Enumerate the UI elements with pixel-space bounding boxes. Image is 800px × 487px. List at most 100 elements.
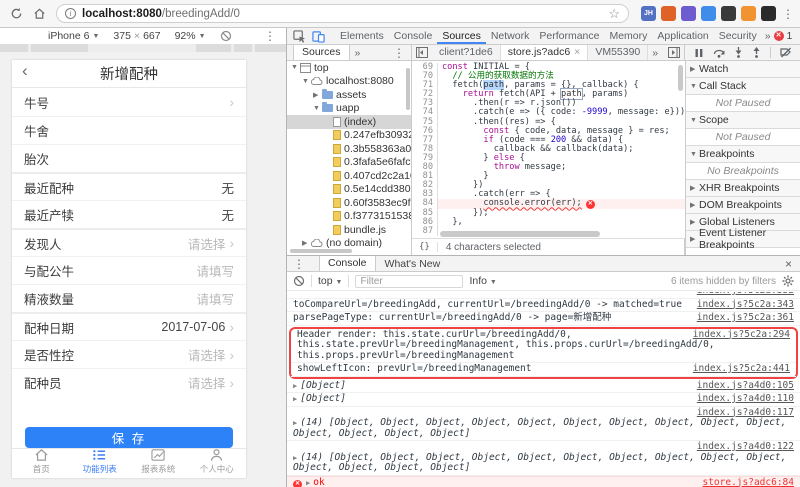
bookmark-star-icon[interactable]: ☆	[608, 6, 620, 22]
extension-jh-icon[interactable]: JH	[641, 6, 656, 21]
console-source-link[interactable]: index.js?a4d0:105	[697, 380, 794, 392]
throttling-icon[interactable]	[220, 30, 232, 42]
tree-item-top[interactable]: ▼ top	[287, 61, 411, 75]
form-row[interactable]: 最近配种 无	[12, 172, 246, 200]
editor-tab[interactable]: client?1de6	[432, 45, 501, 60]
tree-item-0-407cd2c2a106[interactable]: 0.407cd2c2a106	[287, 169, 411, 183]
navigator-horizontal-scrollbar[interactable]	[290, 249, 352, 253]
error-badge[interactable]: ✕ 1	[773, 30, 792, 42]
zoom-select[interactable]: 92% ▼	[175, 30, 206, 42]
expand-triangle-icon[interactable]: ▶	[306, 479, 310, 487]
tree-item-localhost-8080[interactable]: ▼ localhost:8080	[287, 75, 411, 89]
tab-报表系统[interactable]: 报表系统	[129, 449, 188, 474]
triangle-right-icon[interactable]: ▶	[302, 239, 311, 247]
code-editor[interactable]: 69 const INITIAL = {70 // 公用的获取数据的方法 71 fe…	[412, 61, 685, 238]
save-button[interactable]: 保 存	[25, 427, 233, 448]
extension-purple-icon[interactable]	[681, 6, 696, 21]
form-row[interactable]: 胎次	[12, 144, 246, 172]
devtools-tab-sources[interactable]: Sources	[437, 28, 486, 44]
info-icon[interactable]: i	[65, 8, 76, 19]
hide-navigator-icon[interactable]	[416, 47, 428, 58]
tree-item-0-3b558363a08b[interactable]: 0.3b558363a08b	[287, 142, 411, 156]
form-row[interactable]: 最近产犊 无	[12, 200, 246, 228]
deactivate-breakpoints-icon[interactable]	[780, 47, 792, 58]
tree-item--no-domain-[interactable]: ▶ (no domain)	[287, 237, 411, 251]
log-level-select[interactable]: Info ▼	[469, 275, 496, 287]
form-row[interactable]: 牛号 ›	[12, 88, 246, 116]
context-select[interactable]: top ▼	[318, 275, 342, 287]
home-icon[interactable]	[33, 7, 46, 20]
navigator-menu-icon[interactable]: ⋮	[387, 46, 411, 60]
form-row[interactable]: 与配公牛 请填写	[12, 256, 246, 284]
console-source-link[interactable]: store.js?adc6:84	[702, 477, 794, 487]
tree-item-assets[interactable]: ▶ assets	[287, 88, 411, 102]
more-tabs-icon[interactable]: »	[762, 30, 774, 42]
tab-whats-new[interactable]: What's New	[376, 258, 450, 270]
clear-console-icon[interactable]	[293, 275, 305, 287]
extension-amber-icon[interactable]	[741, 6, 756, 21]
navigator-vertical-scrollbar[interactable]	[406, 68, 410, 110]
tree-item-0-247efb3093247[interactable]: 0.247efb3093247	[287, 129, 411, 143]
triangle-down-icon[interactable]: ▼	[302, 78, 311, 85]
sidebar-section-scope[interactable]: ▼ Scope	[686, 112, 800, 129]
expand-triangle-icon[interactable]: ▶	[293, 419, 297, 427]
viewport-size[interactable]: 375 × 667	[113, 30, 160, 42]
extension-shield-icon[interactable]	[701, 6, 716, 21]
form-row[interactable]: 配种日期 2017-07-06 ›	[12, 312, 246, 340]
url-bar[interactable]: i localhost:8080/breedingAdd/0 ☆	[56, 4, 629, 23]
tree-item-0-60f3583ec9fde[interactable]: 0.60f3583ec9fde	[287, 196, 411, 210]
devtools-menu-icon[interactable]: ⋮	[792, 29, 800, 43]
tree-item-bundle-js[interactable]: bundle.js	[287, 223, 411, 237]
expand-triangle-icon[interactable]: ▶	[293, 454, 297, 462]
console-source-link[interactable]: index.js?a4d0:110	[697, 393, 794, 405]
navigator-more-icon[interactable]: »	[350, 47, 366, 59]
pretty-print-icon[interactable]: {}	[412, 242, 438, 252]
browser-menu-icon[interactable]: ⋮	[776, 7, 800, 21]
tree-item-0-f3773151538a8[interactable]: 0.f3773151538a8	[287, 210, 411, 224]
editor-tab[interactable]: VM55390	[588, 45, 649, 60]
device-select[interactable]: iPhone 6 ▼	[48, 30, 99, 42]
drawer-close-icon[interactable]: ×	[777, 257, 800, 271]
sidebar-section-watch[interactable]: ▶ Watch	[686, 61, 800, 78]
tab-个人中心[interactable]: 个人中心	[188, 449, 247, 474]
device-toolbar-toggle-icon[interactable]	[312, 30, 325, 43]
console-source-link[interactable]: index.js?5c2a:343	[697, 299, 794, 311]
sidebar-section-call-stack[interactable]: ▼ Call Stack	[686, 78, 800, 95]
devtools-tab-application[interactable]: Application	[652, 28, 713, 44]
extension-qr-icon[interactable]	[761, 6, 776, 21]
media-query-bar[interactable]	[0, 44, 286, 52]
tab-功能列表[interactable]: 功能列表	[71, 449, 130, 474]
form-row[interactable]: 是否性控 请选择 ›	[12, 340, 246, 368]
form-row[interactable]: 配种员 请选择 ›	[12, 368, 246, 396]
devtools-tab-console[interactable]: Console	[389, 28, 438, 44]
pause-script-icon[interactable]	[694, 48, 704, 58]
editor-more-tabs-icon[interactable]: »	[648, 47, 662, 59]
editor-vertical-scrollbar[interactable]	[678, 65, 683, 91]
sidebar-section-breakpoints[interactable]: ▼ Breakpoints	[686, 146, 800, 163]
inspect-icon[interactable]	[293, 29, 306, 43]
form-row[interactable]: 发现人 请选择 ›	[12, 228, 246, 256]
devtools-tab-performance[interactable]: Performance	[534, 28, 604, 44]
devtools-tab-elements[interactable]: Elements	[335, 28, 389, 44]
form-row[interactable]: 精液数量 请填写	[12, 284, 246, 312]
devtools-tab-security[interactable]: Security	[714, 28, 762, 44]
tab-console[interactable]: Console	[319, 256, 376, 271]
devtools-tab-network[interactable]: Network	[486, 28, 535, 44]
console-source-link[interactable]: index.js?5c2a:441	[693, 363, 790, 375]
triangle-down-icon[interactable]: ▼	[291, 64, 300, 71]
back-chevron-icon[interactable]: ‹	[22, 61, 28, 81]
sidebar-section-event-listener-breakpoints[interactable]: ▶ Event Listener Breakpoints	[686, 227, 800, 251]
step-over-icon[interactable]	[713, 48, 725, 58]
device-toolbar-menu-icon[interactable]: ⋮	[258, 29, 282, 43]
navigator-sources-tab[interactable]: Sources	[293, 45, 350, 60]
tree-item-0-3fafa5e6fafcfc[interactable]: 0.3fafa5e6fafcfc	[287, 156, 411, 170]
tree-item-uapp[interactable]: ▼ uapp	[287, 102, 411, 116]
sidebar-section-dom-breakpoints[interactable]: ▶ DOM Breakpoints	[686, 197, 800, 214]
line-number[interactable]: 87	[412, 226, 438, 236]
editor-tab[interactable]: store.js?adc6 ×	[500, 45, 589, 60]
form-row[interactable]: 牛舍	[12, 116, 246, 144]
tree-item-0-5e14cdd38090[interactable]: 0.5e14cdd38090	[287, 183, 411, 197]
step-out-icon[interactable]	[752, 47, 761, 58]
console-filter-input[interactable]	[355, 274, 464, 288]
sidebar-section-xhr-breakpoints[interactable]: ▶ XHR Breakpoints	[686, 180, 800, 197]
